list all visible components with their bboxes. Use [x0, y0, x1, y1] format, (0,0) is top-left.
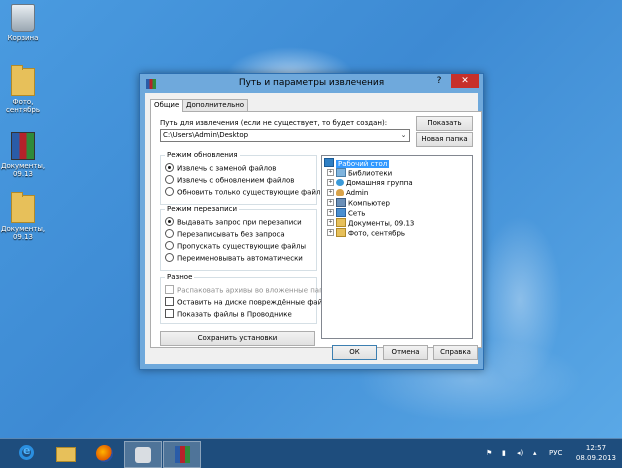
misc-title: Разное: [165, 273, 195, 281]
winrar-icon: [175, 446, 190, 463]
tool-icon: [135, 447, 151, 463]
user-icon: [336, 188, 344, 196]
taskbar-explorer-button[interactable]: [47, 441, 83, 466]
desktop-icon-documents-folder[interactable]: Документы, 09.13: [0, 192, 46, 241]
update-mode-group: Режим обновления Извлечь с заменой файло…: [160, 151, 326, 205]
tree-item-network[interactable]: + Сеть: [327, 208, 365, 218]
update-mode-title: Режим обновления: [165, 151, 240, 159]
winrar-archive-icon: [11, 132, 35, 160]
tray-network-icon[interactable]: ▮: [502, 449, 506, 457]
radio-unchecked[interactable]: [165, 229, 174, 238]
expand-icon[interactable]: +: [327, 229, 334, 236]
tree-item-homegroup[interactable]: + Домашняя группа: [327, 178, 413, 187]
taskbar: ⚑ ▮ ◂) ▴ РУС 12:57 08.09.2013: [0, 438, 622, 468]
language-indicator[interactable]: РУС: [549, 449, 562, 457]
path-combobox[interactable]: C:\Users\Admin\Desktop ⌄: [160, 129, 410, 142]
folder-icon: [336, 228, 346, 237]
dialog-title: Путь и параметры извлечения: [238, 78, 385, 88]
desktop-icon-documents-archive[interactable]: Документы, 09.13: [0, 132, 46, 178]
network-icon: [336, 208, 346, 217]
ok-button[interactable]: ОК: [332, 345, 377, 360]
overwrite-mode-title: Режим перезаписи: [165, 205, 240, 213]
library-icon: [336, 168, 346, 177]
tree-item-computer[interactable]: + Компьютер: [327, 198, 390, 208]
expand-icon[interactable]: +: [327, 178, 334, 186]
close-icon: ✕: [461, 76, 469, 86]
overwrite-option-rename[interactable]: Переименовывать автоматически: [165, 253, 303, 263]
radio-checked[interactable]: [165, 163, 174, 172]
tree-item-admin[interactable]: + Admin: [327, 188, 368, 197]
tree-item-documents[interactable]: + Документы, 09.13: [327, 218, 414, 228]
misc-option-keep-broken[interactable]: Оставить на диске повреждённые файлы: [165, 297, 332, 307]
radio-unchecked[interactable]: [165, 253, 174, 262]
path-value: C:\Users\Admin\Desktop: [163, 131, 249, 139]
folder-tree[interactable]: Рабочий стол + Библиотеки + Домашняя групп…: [321, 155, 473, 339]
tree-item-desktop[interactable]: Рабочий стол: [324, 158, 390, 168]
overwrite-option-ask[interactable]: Выдавать запрос при перезаписи: [165, 217, 302, 227]
taskbar-firefox-button[interactable]: [86, 441, 122, 466]
dialog-client: Общие Дополнительно Путь для извлечения …: [145, 93, 482, 364]
folder-icon: [336, 218, 346, 227]
expand-icon[interactable]: +: [327, 219, 334, 226]
update-option-update[interactable]: Извлечь с обновлением файлов: [165, 175, 294, 185]
checkbox-unchecked[interactable]: [165, 297, 174, 306]
desktop-icon-recycle-bin[interactable]: Корзина: [0, 4, 46, 42]
taskbar-tool-button[interactable]: [124, 441, 162, 468]
internet-explorer-icon: [19, 444, 34, 460]
folder-icon: [11, 65, 35, 96]
tray-volume-icon[interactable]: ◂): [517, 449, 523, 457]
misc-option-show-in-explorer[interactable]: Показать файлы в Проводнике: [165, 309, 292, 319]
clock[interactable]: 12:57 08.09.2013: [576, 443, 616, 463]
clock-date: 08.09.2013: [575, 454, 616, 462]
file-explorer-icon: [56, 447, 76, 462]
overwrite-mode-group: Режим перезаписи Выдавать запрос при пер…: [160, 205, 317, 271]
tree-item-libraries[interactable]: + Библиотеки: [327, 168, 392, 178]
checkbox-unchecked[interactable]: [165, 309, 174, 318]
chevron-down-icon[interactable]: ⌄: [399, 130, 408, 141]
update-option-replace[interactable]: Извлечь с заменой файлов: [165, 163, 276, 173]
path-label: Путь для извлечения (если не существует,…: [160, 119, 388, 127]
folder-icon: [11, 192, 35, 223]
homegroup-icon: [336, 178, 344, 186]
radio-unchecked[interactable]: [165, 187, 174, 196]
radio-checked[interactable]: [165, 217, 174, 226]
help-button[interactable]: Справка: [433, 345, 478, 360]
misc-option-nested-archives: Распаковать архивы во вложенные папки: [165, 285, 332, 295]
close-button[interactable]: ✕: [451, 74, 479, 88]
desktop-icon: [324, 158, 334, 167]
help-title-button[interactable]: ?: [433, 76, 445, 89]
tab-advanced[interactable]: Дополнительно: [182, 99, 249, 111]
radio-unchecked[interactable]: [165, 241, 174, 250]
extraction-dialog: Путь и параметры извлечения ? ✕ Общие До…: [139, 73, 484, 370]
recycle-bin-icon: [11, 4, 35, 32]
desktop-icon-photos-folder[interactable]: Фото, сентябрь: [0, 65, 46, 114]
expand-icon[interactable]: +: [327, 199, 334, 206]
update-option-existing-only[interactable]: Обновить только существующие файлы: [165, 187, 326, 197]
expand-icon[interactable]: +: [327, 188, 334, 196]
clock-time: 12:57: [585, 444, 607, 452]
save-settings-button[interactable]: Сохранить установки: [160, 331, 315, 346]
expand-icon[interactable]: +: [327, 169, 334, 176]
tab-page-general: Путь для извлечения (если не существует,…: [150, 111, 482, 348]
taskbar-winrar-button[interactable]: [163, 441, 201, 468]
tray-flag-icon[interactable]: ⚑: [486, 449, 492, 457]
new-folder-button[interactable]: Новая папка: [416, 132, 473, 147]
misc-group: Разное Распаковать архивы во вложенные п…: [160, 273, 332, 324]
taskbar-ie-button[interactable]: [8, 441, 44, 466]
radio-unchecked[interactable]: [165, 175, 174, 184]
tray-chevron-icon[interactable]: ▴: [533, 449, 537, 457]
overwrite-option-overwrite[interactable]: Перезаписывать без запроса: [165, 229, 285, 239]
tree-item-photos[interactable]: + Фото, сентябрь: [327, 228, 405, 238]
expand-icon[interactable]: +: [327, 209, 334, 216]
cancel-button[interactable]: Отмена: [383, 345, 428, 360]
tab-general[interactable]: Общие: [150, 99, 184, 112]
dialog-titlebar[interactable]: Путь и параметры извлечения ? ✕: [140, 74, 483, 93]
show-button[interactable]: Показать: [416, 116, 473, 131]
computer-icon: [336, 198, 346, 207]
firefox-icon: [96, 445, 113, 462]
overwrite-option-skip[interactable]: Пропускать существующие файлы: [165, 241, 306, 251]
checkbox-disabled: [165, 285, 174, 294]
